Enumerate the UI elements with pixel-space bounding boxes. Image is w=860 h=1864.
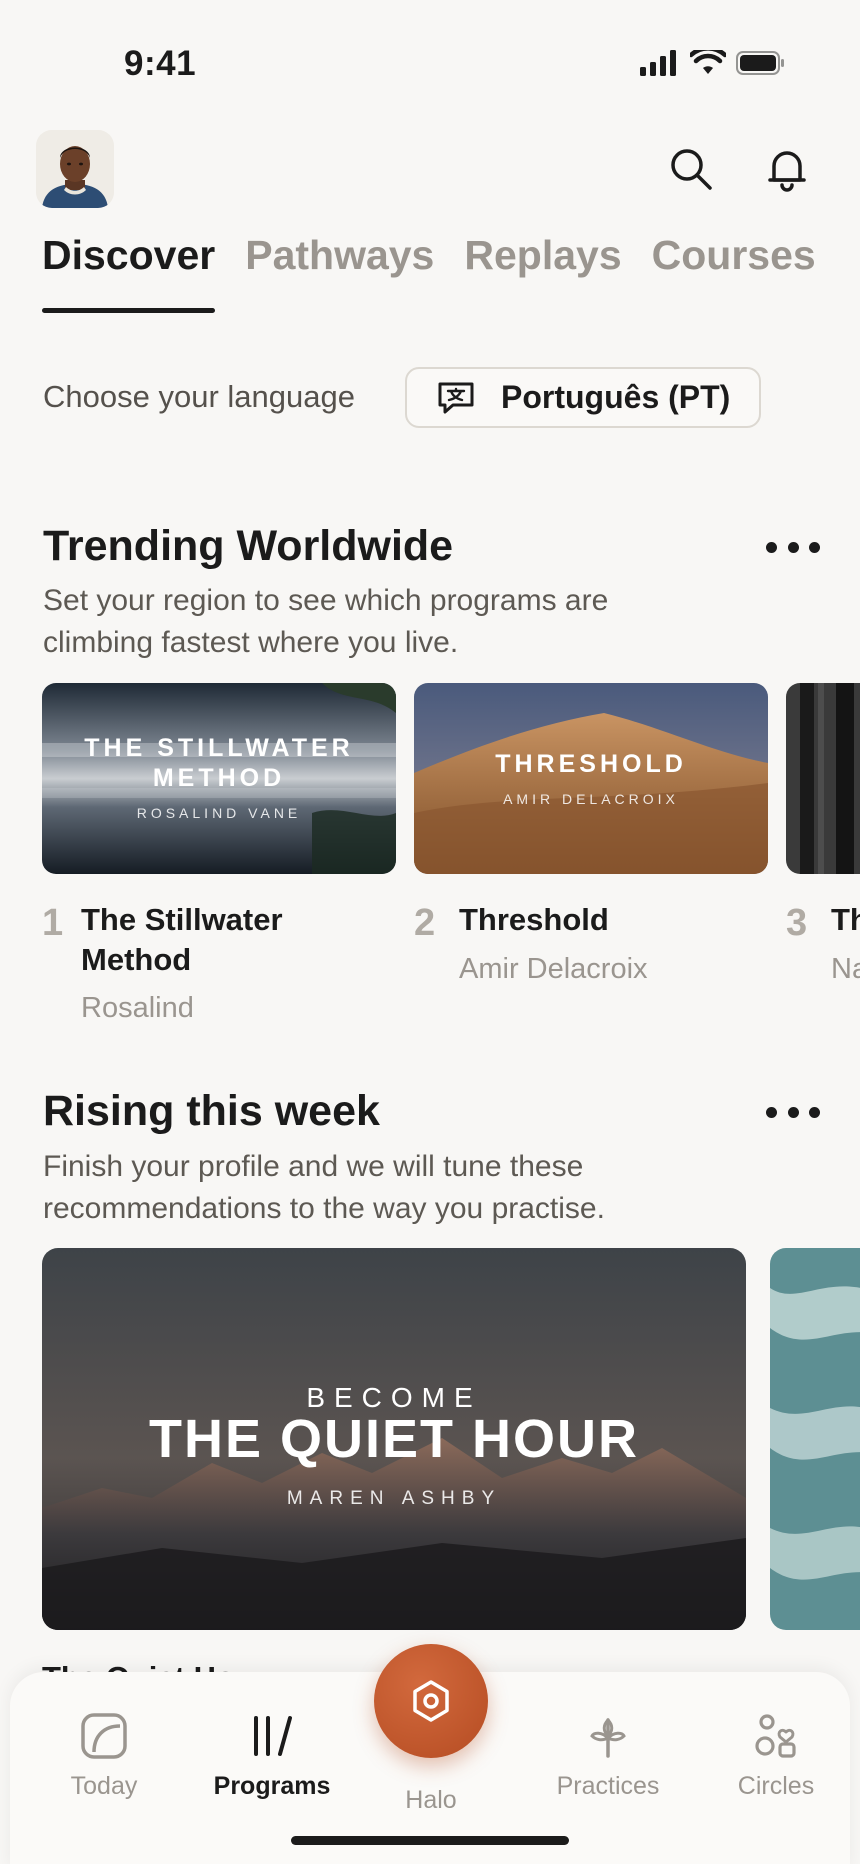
nav-circles-label: Circles: [737, 1772, 815, 1800]
halo-icon: [413, 1680, 449, 1722]
nav-halo-label: Halo: [405, 1786, 457, 1814]
rank-1: 1: [42, 902, 64, 944]
language-value: Português (PT): [501, 379, 731, 415]
programs-icon: [254, 1716, 292, 1756]
signal-icon: [640, 50, 676, 76]
ocean-cover-image: [770, 1248, 860, 1630]
today-icon: [81, 1713, 127, 1759]
trending-more-icon[interactable]: [766, 537, 820, 557]
rank-2: 2: [414, 902, 436, 944]
tab-bar: Discover Pathways Replays Courses: [42, 232, 816, 313]
program-card-stillwater[interactable]: THE STILLWATER METHOD ROSALIND VANE: [42, 683, 396, 874]
stillwater-cover-title: THE STILLWATER METHOD: [84, 734, 354, 792]
item-title-2[interactable]: Threshold: [459, 900, 609, 940]
trending-subtitle: Set your region to see which programs ar…: [43, 584, 609, 659]
translate-icon: [438, 382, 474, 413]
status-time: 9:41: [124, 44, 197, 83]
avatar[interactable]: [36, 130, 114, 208]
stillwater-cover-author: ROSALIND VANE: [136, 805, 302, 821]
practices-icon: [590, 1717, 626, 1758]
item-title-3[interactable]: Th: [831, 900, 860, 940]
nav-today[interactable]: Today: [34, 1712, 174, 1801]
nav-circles[interactable]: Circles: [706, 1712, 846, 1801]
threshold-cover-author: AMIR DELACROIX: [503, 791, 679, 807]
trending-title: Trending Worldwide: [43, 522, 454, 570]
item-author-3: Na: [831, 953, 860, 985]
featured-title: THE QUIET HOUR: [148, 1409, 639, 1469]
tab-pathways[interactable]: Pathways: [245, 232, 434, 279]
featured-author: MAREN ASHBY: [286, 1488, 502, 1509]
program-card-3[interactable]: [786, 683, 860, 874]
rank-3: 3: [786, 902, 808, 944]
nav-practices-label: Practices: [556, 1772, 660, 1800]
threshold-cover-title: THRESHOLD: [495, 750, 687, 778]
halo-button[interactable]: [374, 1644, 488, 1758]
item-author-2: Amir Delacroix: [459, 953, 648, 985]
status-icons: [640, 50, 786, 76]
nav-programs[interactable]: Programs: [202, 1712, 342, 1801]
tab-replays[interactable]: Replays: [464, 232, 621, 279]
battery-icon: [736, 51, 784, 75]
program-card-threshold[interactable]: THRESHOLD AMIR DELACROIX: [414, 683, 768, 874]
item-author-1: Rosalind: [81, 992, 194, 1024]
bell-icon[interactable]: [764, 146, 810, 192]
circles-icon: [755, 1714, 796, 1758]
search-icon[interactable]: [668, 146, 714, 192]
language-label: Choose your language: [43, 379, 355, 414]
wifi-icon: [690, 50, 726, 74]
featured-program-card-2[interactable]: [770, 1248, 860, 1630]
nav-today-label: Today: [70, 1772, 138, 1800]
nav-practices[interactable]: Practices: [538, 1712, 678, 1801]
tab-courses[interactable]: Courses: [652, 232, 816, 279]
language-select[interactable]: Português (PT): [405, 367, 761, 428]
rising-title: Rising this week: [43, 1087, 380, 1135]
item-title-1[interactable]: The Stillwater Method: [81, 900, 381, 980]
featured-program-card[interactable]: BECOME THE QUIET HOUR MAREN ASHBY: [42, 1248, 746, 1630]
nav-programs-label: Programs: [213, 1772, 331, 1800]
rising-subtitle: Finish your profile and we will tune the…: [43, 1150, 605, 1225]
avatar-image: [36, 130, 114, 208]
tab-discover[interactable]: Discover: [42, 232, 216, 313]
rising-more-icon[interactable]: [766, 1102, 820, 1122]
home-indicator: [291, 1836, 569, 1845]
forest-cover-image: [786, 683, 860, 874]
